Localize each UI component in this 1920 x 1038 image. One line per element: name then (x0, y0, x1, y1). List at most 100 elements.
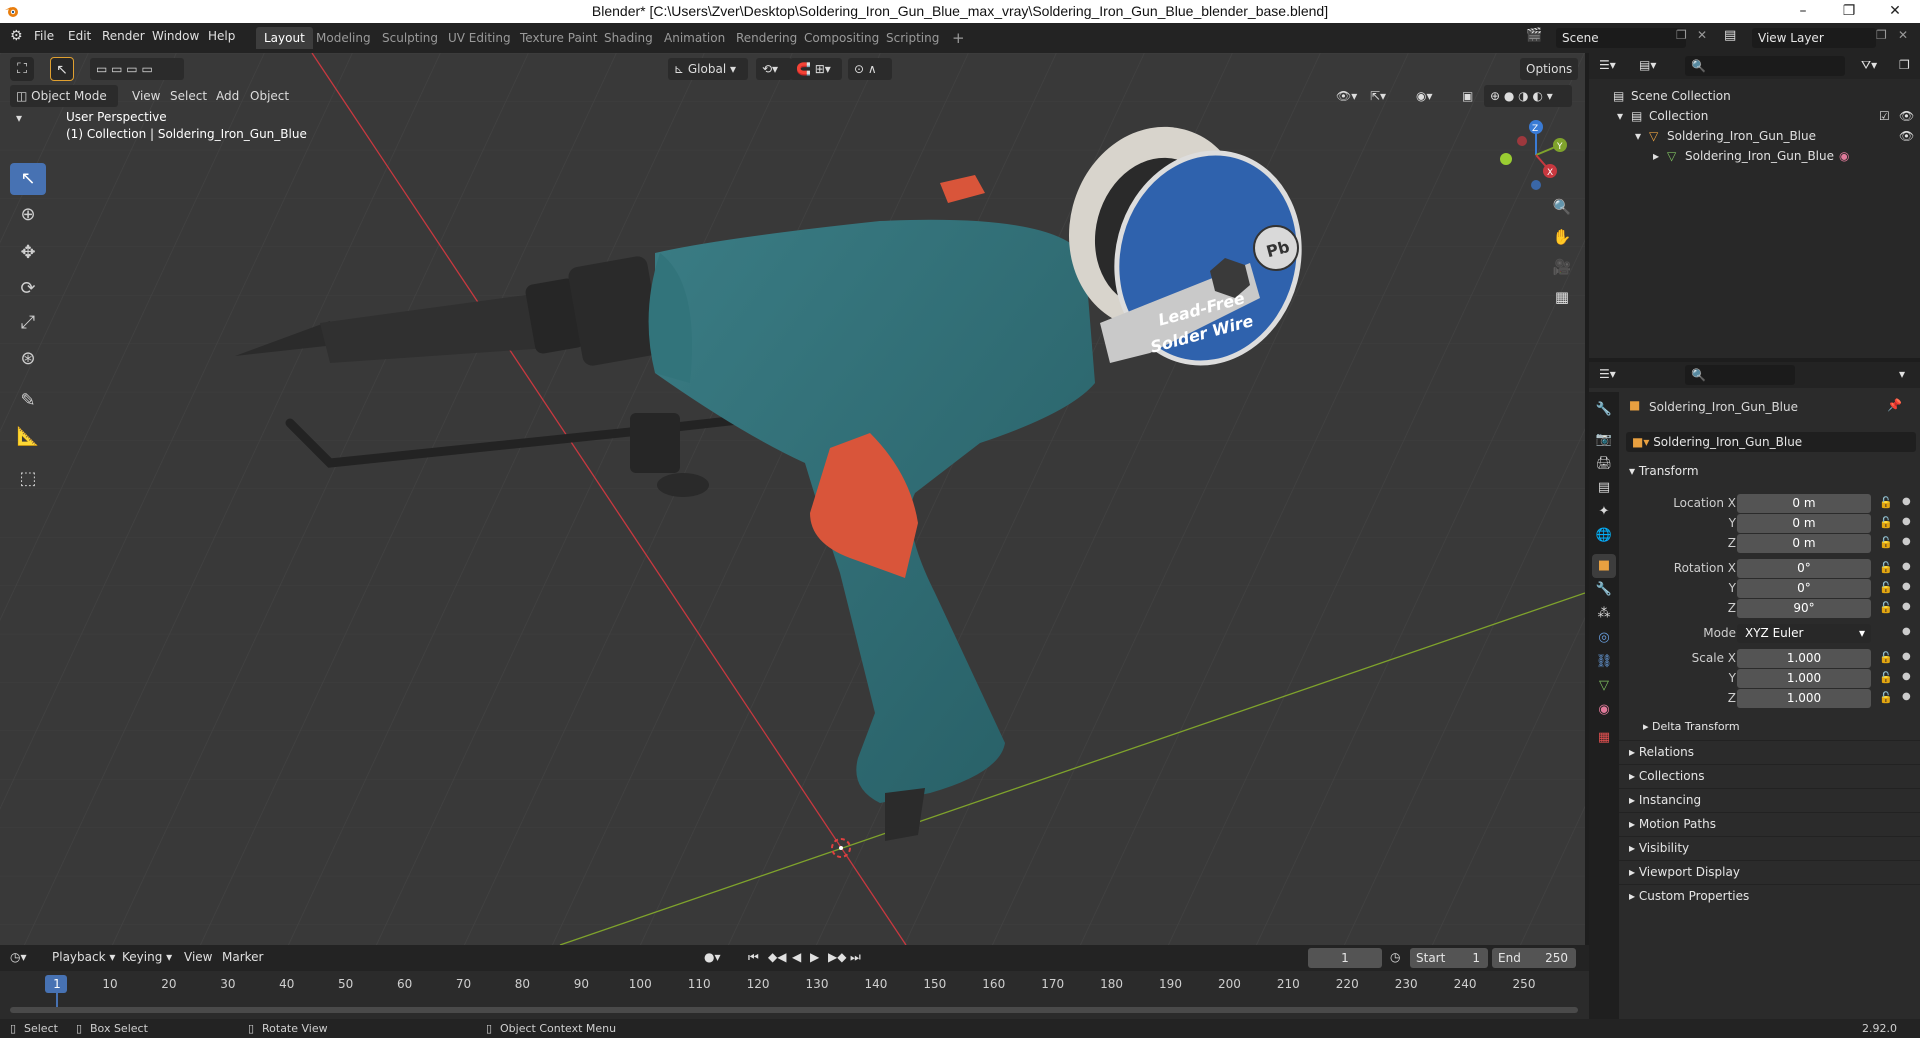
3d-viewport[interactable]: Pb Lead-Free Solder Wire ⛶ ↖ ▭ ▭ ▭ ▭ ⊾ G… (0, 53, 1585, 945)
timeline-scrollbar[interactable] (10, 1007, 1578, 1013)
display-mode-icon[interactable]: ▤▾ (1639, 58, 1656, 72)
clock-icon[interactable]: ◷ (1390, 950, 1400, 964)
keyframe-dot-icon[interactable]: ● (1902, 536, 1911, 547)
object-tab-icon[interactable]: ■ (1592, 554, 1616, 578)
view-layer-remove-icon[interactable]: ✕ (1898, 28, 1908, 42)
menu-object[interactable]: Object (244, 85, 295, 107)
view-layer-icon[interactable]: ▤ (1724, 28, 1736, 43)
output-tab-icon[interactable]: 🖨 (1592, 452, 1616, 476)
view-layer-copy-icon[interactable]: ❐ (1876, 28, 1887, 42)
snap-toggle[interactable]: 🧲 ⊞▾ (790, 58, 842, 80)
blender-menu-icon[interactable]: ⚙ (10, 28, 23, 44)
tab-rendering[interactable]: Rendering (728, 27, 805, 49)
outliner-search-input[interactable]: 🔍 (1685, 56, 1845, 76)
render-tab-icon[interactable]: 📷 (1592, 428, 1616, 452)
expand-arrow-icon[interactable]: ▾ (1617, 106, 1623, 126)
motion-paths-panel-header[interactable]: ▸ Motion Paths (1619, 812, 1920, 834)
view-layer-tab-icon[interactable]: ▤ (1592, 476, 1616, 500)
delta-transform-subpanel[interactable]: ▸ Delta Transform (1633, 716, 1913, 738)
restore-button[interactable]: ❐ (1826, 0, 1872, 23)
add-cube-tool-icon[interactable]: ⬚ (10, 463, 46, 495)
timeline-editor-icon[interactable]: ◷▾ (10, 950, 27, 964)
texture-tab-icon[interactable]: ▦ (1592, 726, 1616, 750)
move-tool-icon[interactable]: ✥ (10, 237, 46, 269)
tab-compositing[interactable]: Compositing (796, 27, 887, 49)
material-tab-icon[interactable]: ◉ (1592, 698, 1616, 722)
constraints-tab-icon[interactable]: ⛓ (1592, 650, 1616, 674)
select-tool-icon[interactable]: ↖ (50, 57, 74, 81)
scale-y-field[interactable]: 1.000 (1737, 669, 1871, 688)
close-button[interactable]: ✕ (1872, 0, 1918, 23)
xray-toggle-icon[interactable]: ▣ (1456, 85, 1479, 107)
menu-edit[interactable]: Edit (68, 29, 91, 43)
current-frame-field[interactable]: 1 (1308, 948, 1382, 968)
scene-icon[interactable]: 🎬 (1526, 28, 1542, 43)
rotation-y-field[interactable]: 0° (1737, 579, 1871, 598)
transform-tool-icon[interactable]: ⊛ (10, 343, 46, 375)
rotate-tool-icon[interactable]: ⟳ (10, 273, 46, 305)
menu-file[interactable]: File (34, 29, 54, 43)
keyframe-dot-icon[interactable]: ● (1902, 651, 1911, 662)
camera-view-icon[interactable]: 🎥 (1548, 253, 1576, 281)
menu-view[interactable]: View (184, 950, 212, 964)
scene-copy-icon[interactable]: ❐ (1676, 28, 1687, 42)
lock-icon[interactable]: 🔓 (1879, 601, 1893, 614)
annotate-tool-icon[interactable]: ✎ (10, 385, 46, 417)
keyframe-dot-icon[interactable]: ● (1902, 561, 1911, 572)
filter-icon[interactable]: ⛛▾ (1861, 58, 1877, 73)
pan-hand-icon[interactable]: ✋ (1548, 223, 1576, 251)
tab-uv-editing[interactable]: UV Editing (440, 27, 519, 49)
outliner-row-scene-collection[interactable]: ▤ Scene Collection (1589, 86, 1920, 106)
next-keyframe-icon[interactable]: ▶◆ (828, 950, 846, 964)
lock-icon[interactable]: 🔓 (1879, 496, 1893, 509)
location-x-field[interactable]: 0 m (1737, 494, 1871, 513)
menu-view[interactable]: View (126, 85, 166, 107)
collapse-arrow-icon[interactable]: ▸ (1653, 146, 1659, 166)
location-z-field[interactable]: 0 m (1737, 534, 1871, 553)
relations-panel-header[interactable]: ▸ Relations (1619, 740, 1920, 762)
exclude-checkbox[interactable]: ☑ (1879, 106, 1890, 126)
measure-tool-icon[interactable]: 📐 (10, 421, 46, 453)
scale-z-field[interactable]: 1.000 (1737, 689, 1871, 708)
menu-playback[interactable]: Playback ▾ (52, 950, 115, 964)
menu-add[interactable]: Add (210, 85, 245, 107)
keyframe-dot-icon[interactable]: ● (1902, 691, 1911, 702)
rotation-z-field[interactable]: 90° (1737, 599, 1871, 618)
properties-search-input[interactable]: 🔍 (1685, 365, 1795, 385)
select-box-tool-icon[interactable]: ↖ (10, 163, 46, 195)
visibility-icon[interactable]: 👁▾ (1330, 85, 1363, 107)
menu-render[interactable]: Render (102, 29, 145, 43)
lock-icon[interactable]: 🔓 (1879, 651, 1893, 664)
tab-modeling[interactable]: Modeling (308, 27, 379, 49)
scene-tab-icon[interactable]: ✦ (1592, 500, 1616, 524)
menu-window[interactable]: Window (152, 29, 199, 43)
end-frame-field[interactable]: End 250 (1492, 948, 1576, 968)
location-y-field[interactable]: 0 m (1737, 514, 1871, 533)
keyframe-dot-icon[interactable]: ● (1902, 516, 1911, 527)
tab-scripting[interactable]: Scripting (878, 27, 947, 49)
visibility-panel-header[interactable]: ▸ Visibility (1619, 836, 1920, 858)
collection-visibility-icon[interactable]: 👁 (1899, 106, 1914, 126)
rotation-mode-dropdown[interactable]: XYZ Euler ▾ (1737, 624, 1871, 643)
lock-icon[interactable]: 🔓 (1879, 691, 1893, 704)
properties-editor-icon[interactable]: ☰▾ (1599, 367, 1616, 381)
start-frame-field[interactable]: Start 1 (1410, 948, 1488, 968)
keyframe-dot-icon[interactable]: ● (1902, 601, 1911, 612)
data-tab-icon[interactable]: ▽ (1592, 674, 1616, 698)
options-dropdown[interactable]: Options ▾ (1520, 58, 1578, 98)
play-reverse-icon[interactable]: ◀ (792, 950, 801, 964)
world-tab-icon[interactable]: 🌐 (1592, 524, 1616, 548)
object-visibility-icon[interactable]: 👁 (1899, 126, 1914, 146)
tab-animation[interactable]: Animation (656, 27, 733, 49)
tab-sculpting[interactable]: Sculpting (374, 27, 446, 49)
collections-panel-header[interactable]: ▸ Collections (1619, 764, 1920, 786)
menu-marker[interactable]: Marker (222, 950, 263, 964)
tab-texture-paint[interactable]: Texture Paint (512, 27, 605, 49)
gizmo-toggle-icon[interactable]: ⇱▾ (1364, 85, 1392, 107)
menu-keying[interactable]: Keying ▾ (122, 950, 172, 964)
instancing-panel-header[interactable]: ▸ Instancing (1619, 788, 1920, 810)
properties-options-icon[interactable]: ▾ (1899, 367, 1905, 381)
keyframe-dot-icon[interactable]: ● (1902, 581, 1911, 592)
outliner-editor-icon[interactable]: ☰▾ (1599, 58, 1616, 72)
scale-tool-icon[interactable]: ⤢ (10, 307, 46, 339)
